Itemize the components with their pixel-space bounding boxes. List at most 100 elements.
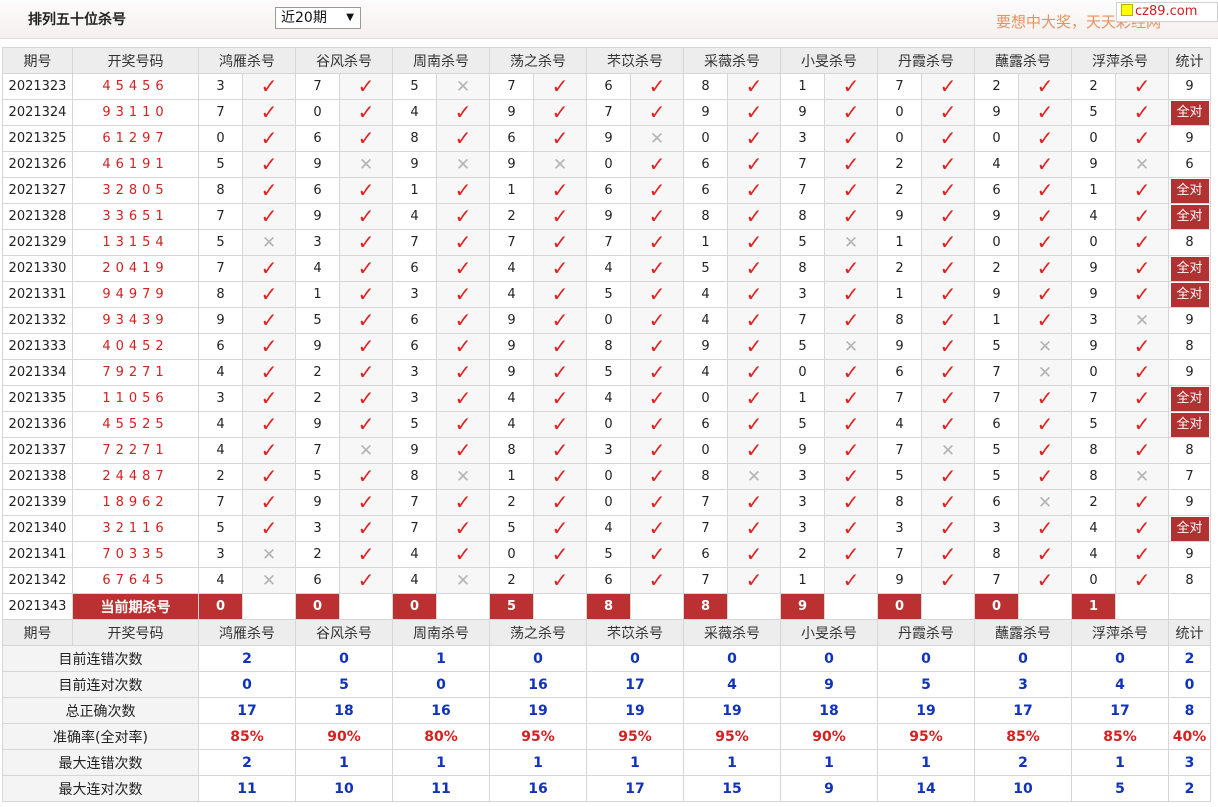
stats-value: 0 <box>780 645 878 672</box>
check-icon: ✓ <box>357 490 375 514</box>
kill-number-cell: 4 <box>392 567 437 594</box>
site-logo[interactable]: cz89.com <box>1116 2 1218 22</box>
kill-number-cell: 3 <box>198 73 243 100</box>
kill-number-cell: 0 <box>1071 359 1116 386</box>
check-icon: ✓ <box>648 178 666 202</box>
kill-number-cell: 8 <box>974 541 1019 568</box>
kill-number-cell: 6 <box>974 489 1019 516</box>
stat-cell: 9 <box>1168 489 1211 516</box>
kill-number-cell: 5 <box>974 333 1019 360</box>
kill-number-cell: 4 <box>1071 541 1116 568</box>
kill-number-cell: 0 <box>198 125 243 152</box>
check-icon: ✓ <box>551 360 569 384</box>
stat-cell: 9 <box>1168 73 1211 100</box>
cross-icon: ✕ <box>746 466 762 487</box>
kill-number-cell: 0 <box>586 307 631 334</box>
column-header: 浮萍杀号 <box>1071 619 1169 646</box>
check-icon: ✓ <box>357 516 375 540</box>
kill-number-cell: 5 <box>780 411 825 438</box>
stats-value: 1 <box>877 749 975 776</box>
check-icon: ✓ <box>357 386 375 410</box>
result-cell: ✓ <box>824 463 878 490</box>
result-cell: ✓ <box>630 515 684 542</box>
kill-number-cell: 7 <box>586 99 631 126</box>
result-cell: ✓ <box>630 73 684 100</box>
stats-value: 8 <box>1168 697 1211 724</box>
check-icon: ✓ <box>260 204 278 228</box>
kill-number-cell: 9 <box>489 99 534 126</box>
result-cell: ✓ <box>1018 73 1072 100</box>
result-cell: ✓ <box>824 515 878 542</box>
stats-label: 目前连对次数 <box>2 671 199 698</box>
stats-value: 19 <box>683 697 781 724</box>
kill-number-cell: 7 <box>683 489 728 516</box>
result-cell: ✓ <box>533 99 587 126</box>
kill-number-cell: 8 <box>198 281 243 308</box>
stat-cell: 8 <box>1168 437 1211 464</box>
winning-number-cell: 61297 <box>72 125 199 152</box>
stats-row: 目前连错次数 2 0 1 0 0 0 0 0 0 0 2 <box>2 645 1211 672</box>
result-cell: ✓ <box>242 151 296 178</box>
result-cell: ✓ <box>824 177 878 204</box>
result-cell: ✓ <box>630 385 684 412</box>
result-cell: ✓ <box>630 437 684 464</box>
result-cell: ✓ <box>727 437 781 464</box>
check-icon: ✓ <box>1036 152 1054 176</box>
result-cell: ✓ <box>727 567 781 594</box>
table-row: 2021330 20419 7 ✓ 4 ✓ 6 ✓ 4 ✓ 4 ✓ 5 ✓ 8 ✓ 2 ✓ 2 ✓ 9 ✓ 全对 <box>2 255 1211 282</box>
result-cell: ✓ <box>727 125 781 152</box>
period-select[interactable]: 近20期 ▼ <box>275 7 361 29</box>
result-cell: ✓ <box>533 411 587 438</box>
stats-value: 17 <box>198 697 296 724</box>
check-icon: ✓ <box>1133 568 1151 592</box>
result-cell: ✓ <box>242 281 296 308</box>
cross-icon: ✕ <box>455 154 471 175</box>
current-kill-number: 0 <box>295 593 340 620</box>
column-header: 统计 <box>1168 47 1211 74</box>
result-cell: ✓ <box>436 385 490 412</box>
check-icon: ✓ <box>842 178 860 202</box>
kill-number-cell: 0 <box>974 229 1019 256</box>
check-icon: ✓ <box>939 490 957 514</box>
chevron-down-icon: ▼ <box>346 12 354 23</box>
kill-number-cell: 6 <box>586 73 631 100</box>
kill-number-cell: 6 <box>974 411 1019 438</box>
stats-value: 2 <box>1168 645 1211 672</box>
kill-number-cell: 4 <box>586 515 631 542</box>
kill-number-cell: 8 <box>1071 463 1116 490</box>
stats-row: 目前连对次数 0 5 0 16 17 4 9 5 3 4 0 <box>2 671 1211 698</box>
check-icon: ✓ <box>260 412 278 436</box>
stats-value: 0 <box>198 671 296 698</box>
result-cell: ✓ <box>921 359 975 386</box>
result-cell: ✓ <box>727 73 781 100</box>
winning-number-cell: 72271 <box>72 437 199 464</box>
kill-number-cell: 0 <box>1071 229 1116 256</box>
current-kill-number: 0 <box>974 593 1019 620</box>
result-cell: ✓ <box>630 333 684 360</box>
kill-number-cell: 5 <box>586 281 631 308</box>
period-cell: 2021333 <box>2 333 73 360</box>
kill-number-cell: 4 <box>586 255 631 282</box>
kill-number-cell: 7 <box>974 385 1019 412</box>
current-kill-blank <box>1018 593 1072 620</box>
check-icon: ✓ <box>551 386 569 410</box>
period-cell: 2021340 <box>2 515 73 542</box>
kill-number-cell: 3 <box>392 359 437 386</box>
kill-number-cell: 7 <box>392 229 437 256</box>
kill-number-cell: 7 <box>974 359 1019 386</box>
stats-value: 3 <box>974 671 1072 698</box>
column-header: 荡之杀号 <box>489 619 587 646</box>
period-cell: 2021341 <box>2 541 73 568</box>
winning-number-cell: 24487 <box>72 463 199 490</box>
cross-icon: ✕ <box>940 440 956 461</box>
kill-number-cell: 3 <box>392 281 437 308</box>
kill-number-cell: 1 <box>780 567 825 594</box>
all-correct-badge: 全对 <box>1170 412 1209 437</box>
check-icon: ✓ <box>745 74 763 98</box>
result-cell: ✓ <box>824 437 878 464</box>
cross-icon: ✕ <box>1134 310 1150 331</box>
stats-value: 19 <box>489 697 587 724</box>
check-icon: ✓ <box>551 568 569 592</box>
kill-number-cell: 4 <box>198 411 243 438</box>
kill-number-cell: 9 <box>295 333 340 360</box>
